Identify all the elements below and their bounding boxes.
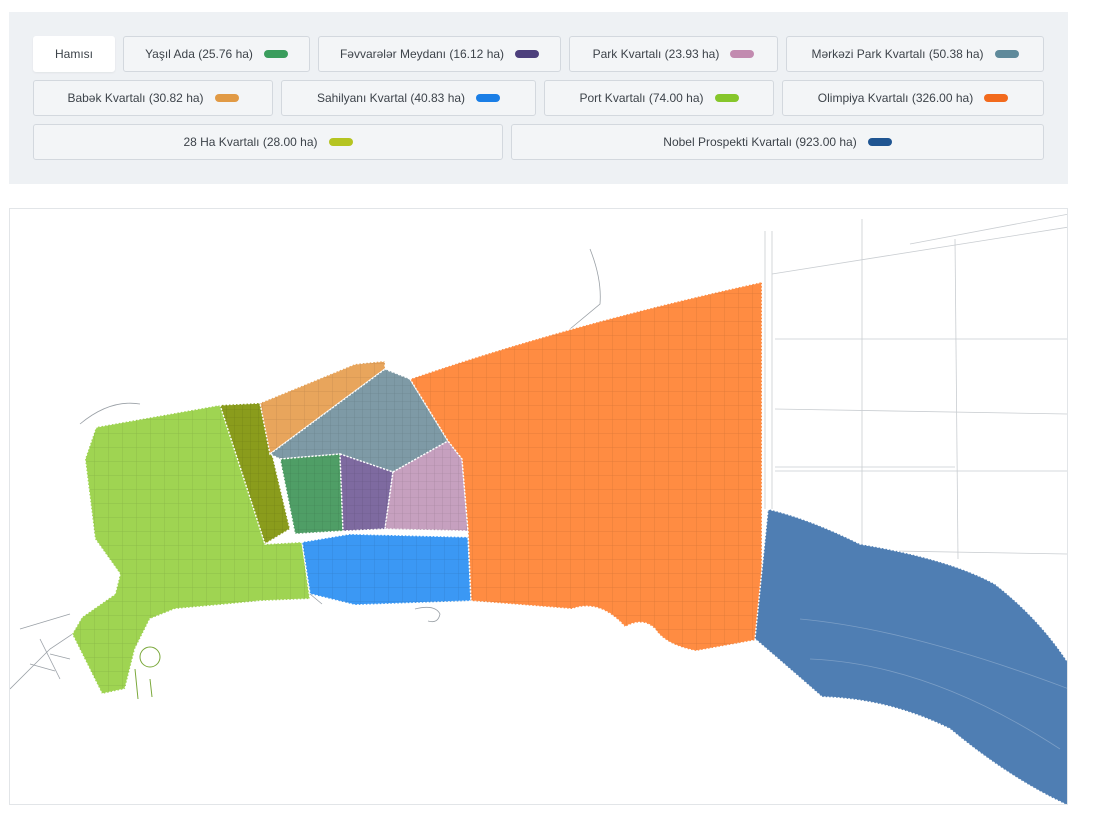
map-canvas: [10, 213, 1067, 804]
zone-yasil-grid: [280, 454, 343, 534]
district-map[interactable]: [9, 208, 1068, 805]
zone-sahilyani-kvartal[interactable]: [301, 533, 472, 606]
filter-label: Mərkəzi Park Kvartalı (50.38 ha): [811, 47, 984, 61]
filter-port-kvartali-button[interactable]: Port Kvartalı (74.00 ha): [544, 80, 774, 116]
filter-label: Babək Kvartalı (30.82 ha): [67, 91, 204, 105]
filter-label: Park Kvartalı (23.93 ha): [592, 47, 720, 61]
filter-label: Olimpiya Kvartalı (326.00 ha): [817, 91, 974, 105]
zone-sahilyani-grid: [302, 534, 471, 605]
color-swatch: [214, 94, 239, 102]
district-filter-panel: Hamısı Yaşıl Ada (25.76 ha) Fəvvarələr M…: [9, 12, 1068, 184]
color-swatch: [328, 138, 353, 146]
color-swatch: [867, 138, 892, 146]
filter-babek-kvartali-button[interactable]: Babək Kvartalı (30.82 ha): [33, 80, 273, 116]
filter-label: Port Kvartalı (74.00 ha): [579, 91, 704, 105]
filter-nobel-prospekti-button[interactable]: Nobel Prospekti Kvartalı (923.00 ha): [511, 124, 1044, 160]
filter-28-ha-kvartali-button[interactable]: 28 Ha Kvartalı (28.00 ha): [33, 124, 503, 160]
filter-all-label: Hamısı: [54, 47, 93, 61]
filter-yasil-ada-button[interactable]: Yaşıl Ada (25.76 ha): [123, 36, 310, 72]
filter-all-button[interactable]: Hamısı: [33, 36, 115, 72]
filter-merkezi-park-button[interactable]: Mərkəzi Park Kvartalı (50.38 ha): [786, 36, 1044, 72]
filter-park-kvartali-button[interactable]: Park Kvartalı (23.93 ha): [569, 36, 778, 72]
color-swatch: [730, 50, 755, 58]
color-swatch: [714, 94, 739, 102]
filter-label: 28 Ha Kvartalı (28.00 ha): [183, 135, 318, 149]
color-swatch: [984, 94, 1009, 102]
filter-label: Yaşıl Ada (25.76 ha): [145, 47, 253, 61]
filter-sahilyani-kvartal-button[interactable]: Sahilyanı Kvartal (40.83 ha): [281, 80, 536, 116]
color-swatch: [263, 50, 288, 58]
filter-olimpiya-kvartali-button[interactable]: Olimpiya Kvartalı (326.00 ha): [782, 80, 1044, 116]
color-swatch: [515, 50, 540, 58]
color-swatch: [994, 50, 1019, 58]
filter-label: Nobel Prospekti Kvartalı (923.00 ha): [663, 135, 857, 149]
filter-fevvareler-meydani-button[interactable]: Fəvvarələr Meydanı (16.12 ha): [318, 36, 561, 72]
color-swatch: [476, 94, 501, 102]
filter-label: Sahilyanı Kvartal (40.83 ha): [316, 91, 466, 105]
filter-label: Fəvvarələr Meydanı (16.12 ha): [339, 47, 505, 61]
zone-yasil-ada[interactable]: [279, 453, 344, 535]
